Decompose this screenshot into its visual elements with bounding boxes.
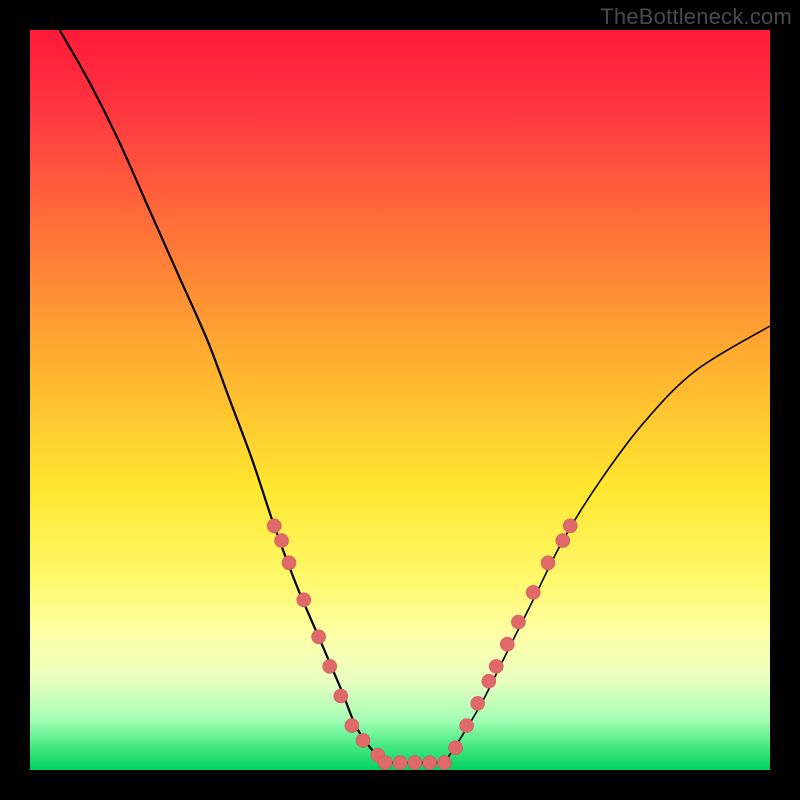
marker-point (541, 556, 555, 570)
marker-point (356, 733, 370, 747)
plot-area (30, 30, 770, 770)
marker-point (323, 659, 337, 673)
marker-point (408, 756, 422, 770)
marker-point (437, 756, 451, 770)
chart-frame: TheBottleneck.com (0, 0, 800, 800)
marker-point (526, 585, 540, 599)
marker-point (312, 630, 326, 644)
marker-point (393, 756, 407, 770)
marker-point (282, 556, 296, 570)
right-curve (444, 326, 770, 763)
marker-point (460, 719, 474, 733)
marker-point (275, 534, 289, 548)
marker-point (449, 741, 463, 755)
watermark-text: TheBottleneck.com (600, 4, 792, 30)
left-curve (60, 30, 386, 763)
marker-point (267, 519, 281, 533)
marker-point (334, 689, 348, 703)
marker-point (500, 637, 514, 651)
marker-point (297, 593, 311, 607)
marker-point (471, 696, 485, 710)
marker-point (511, 615, 525, 629)
marker-point (563, 519, 577, 533)
marker-point (423, 756, 437, 770)
marker-point (482, 674, 496, 688)
marker-point (489, 659, 503, 673)
marker-point (556, 534, 570, 548)
curve-layer (30, 30, 770, 770)
marker-group (267, 519, 577, 770)
marker-point (345, 719, 359, 733)
marker-point (378, 756, 392, 770)
